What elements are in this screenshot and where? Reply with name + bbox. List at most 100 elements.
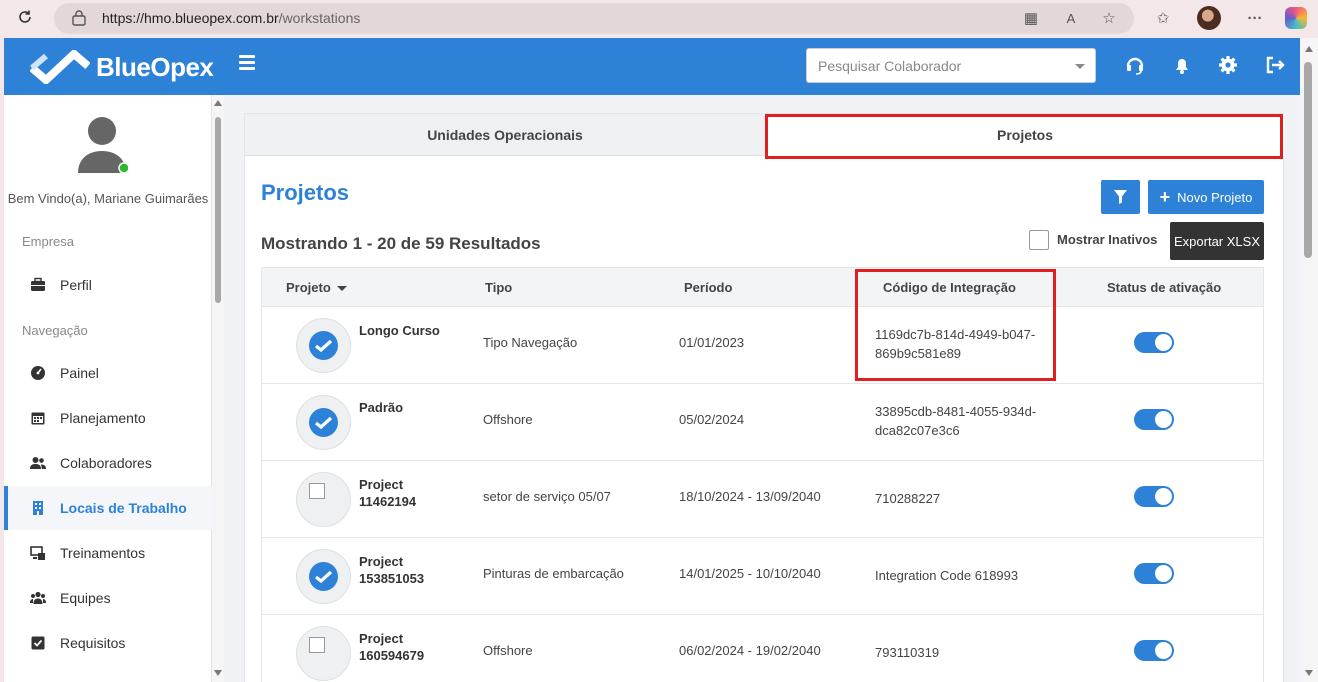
scrollbar-thumb[interactable] [1304, 62, 1312, 258]
table-row[interactable]: Padrão Offshore 05/02/2024 33895cdb-8481… [262, 384, 1263, 461]
search-placeholder: Pesquisar Colaborador [818, 58, 962, 74]
filter-button[interactable] [1101, 180, 1140, 214]
plus-icon: + [1159, 187, 1171, 207]
status-toggle[interactable] [1134, 486, 1174, 507]
sidebar-item-perfil[interactable]: Perfil [4, 263, 212, 307]
sort-caret-icon [336, 286, 347, 292]
sidebar-item-label: Painel [60, 365, 99, 381]
column-project[interactable]: Projeto [286, 280, 347, 295]
table-row[interactable]: Project 160594679 Offshore 06/02/2024 - … [262, 615, 1263, 682]
scroll-down-arrow-icon[interactable] [1305, 670, 1313, 676]
calendar-icon [31, 412, 45, 425]
sidebar-item-label: Treinamentos [60, 545, 146, 561]
sidebar-item-colaboradores[interactable]: Colaboradores [4, 441, 212, 485]
sidebar-item-equipes[interactable]: Equipes [4, 576, 212, 620]
tab-unidades-operacionais[interactable]: Unidades Operacionais [245, 114, 765, 156]
sidebar-scrollbar[interactable] [212, 95, 224, 682]
projects-table: Projeto Tipo Período Código de Integraçã… [261, 267, 1264, 682]
project-name[interactable]: Longo Curso [359, 322, 459, 339]
checkbox-icon [31, 636, 45, 650]
chevron-down-icon [1075, 64, 1085, 69]
copilot-icon[interactable] [1285, 7, 1307, 29]
section-empresa: Empresa [22, 234, 75, 249]
app-window: BlueOpex Pesquisar Colaborador Bem Vindo… [4, 38, 1300, 682]
table-row[interactable]: Longo Curso Tipo Navegação 01/01/2023 11… [262, 307, 1263, 384]
sidebar-item-painel[interactable]: Painel [4, 351, 212, 395]
more-menu-icon[interactable]: ··· [1244, 8, 1266, 30]
sidebar-item-label: Requisitos [60, 635, 126, 651]
project-name[interactable]: Project 153851053 [359, 553, 459, 587]
status-toggle[interactable] [1134, 332, 1174, 353]
status-toggle[interactable] [1134, 640, 1174, 661]
blueopex-logo-icon [30, 50, 90, 84]
sidebar-item-requisitos[interactable]: Requisitos [4, 621, 212, 665]
project-type: Offshore [483, 412, 533, 427]
top-navbar: BlueOpex Pesquisar Colaborador [4, 38, 1300, 95]
headset-icon[interactable] [1124, 54, 1146, 76]
scrollbar-thumb[interactable] [215, 117, 221, 303]
table-row[interactable]: Project 153851053 Pinturas de embarcação… [262, 538, 1263, 615]
show-inactive-checkbox[interactable] [1029, 230, 1049, 250]
project-name[interactable]: Padrão [359, 399, 459, 416]
scroll-down-arrow-icon[interactable] [214, 670, 222, 676]
projects-panel: Unidades Operacionais Projetos Projetos … [244, 113, 1285, 682]
sidebar-item-label: Perfil [60, 277, 92, 293]
search-collaborator-select[interactable]: Pesquisar Colaborador [806, 48, 1096, 83]
project-type: Pinturas de embarcação [483, 566, 624, 581]
app-available-icon[interactable]: ▦ [1020, 8, 1042, 30]
bell-icon[interactable] [1171, 54, 1193, 76]
sidebar-item-locais-de-trabalho[interactable]: Locais de Trabalho [4, 486, 212, 530]
logout-icon[interactable] [1264, 54, 1286, 76]
sidebar-item-label: Planejamento [60, 410, 146, 426]
sidebar-item-treinamentos[interactable]: Treinamentos [4, 531, 212, 575]
brand-logo[interactable]: BlueOpex [30, 50, 214, 84]
brand-name: BlueOpex [96, 51, 214, 82]
sidebar-item-planejamento[interactable]: Planejamento [4, 396, 212, 440]
project-logo [296, 395, 351, 450]
training-icon [30, 546, 45, 560]
filter-icon [1114, 190, 1127, 204]
table-header: Projeto Tipo Período Código de Integraçã… [262, 268, 1263, 307]
broken-image-icon [309, 637, 325, 653]
menu-toggle-icon[interactable] [239, 55, 255, 71]
scroll-up-arrow-icon[interactable] [214, 100, 222, 106]
favorite-star-icon[interactable]: ☆ [1098, 8, 1120, 30]
read-aloud-icon[interactable]: A [1060, 8, 1082, 30]
integration-code: 793110319 [875, 645, 940, 660]
url-text: https://hmo.blueopex.com.br/workstations [102, 10, 361, 26]
browser-toolbar: https://hmo.blueopex.com.br/workstations… [0, 0, 1318, 38]
project-type: Tipo Navegação [483, 335, 578, 350]
project-logo [296, 318, 351, 373]
project-name[interactable]: Project 11462194 [359, 476, 459, 510]
user-avatar-icon [78, 117, 128, 174]
show-inactive-label[interactable]: Mostrar Inativos [1057, 232, 1157, 247]
checkmark-logo-icon [309, 331, 338, 360]
scroll-up-arrow-icon[interactable] [1305, 46, 1313, 52]
integration-code: Integration Code 618993 [875, 568, 1019, 583]
favorites-icon[interactable]: ✩ [1152, 8, 1174, 30]
gear-icon[interactable] [1217, 54, 1239, 76]
broken-image-icon [309, 483, 325, 499]
project-logo [296, 626, 351, 681]
results-count: Mostrando 1 - 20 de 59 Resultados [261, 234, 541, 253]
export-xlsx-button[interactable]: Exportar XLSX [1170, 222, 1264, 260]
project-period: 05/02/2024 [679, 412, 745, 427]
project-name[interactable]: Project 160594679 [359, 630, 459, 664]
status-toggle[interactable] [1134, 409, 1174, 430]
main-content: Unidades Operacionais Projetos Projetos … [224, 95, 1300, 682]
project-period: 18/10/2024 - 13/09/2040 [679, 489, 821, 504]
project-type: setor de serviço 05/07 [483, 489, 611, 504]
site-info-icon[interactable] [72, 10, 86, 26]
project-period: 01/01/2023 [679, 335, 745, 350]
reload-icon[interactable] [14, 8, 36, 30]
page-scrollbar[interactable] [1300, 38, 1318, 682]
users-icon [30, 457, 46, 469]
highlight-box-integration-code [855, 269, 1056, 381]
section-navegacao: Navegação [22, 323, 88, 338]
profile-avatar[interactable] [1197, 6, 1221, 30]
project-logo [296, 472, 351, 527]
table-row[interactable]: Project 11462194 setor de serviço 05/07 … [262, 461, 1263, 538]
new-project-button[interactable]: + Novo Projeto [1148, 180, 1264, 214]
status-toggle[interactable] [1134, 563, 1174, 584]
page-title: Projetos [261, 180, 350, 205]
